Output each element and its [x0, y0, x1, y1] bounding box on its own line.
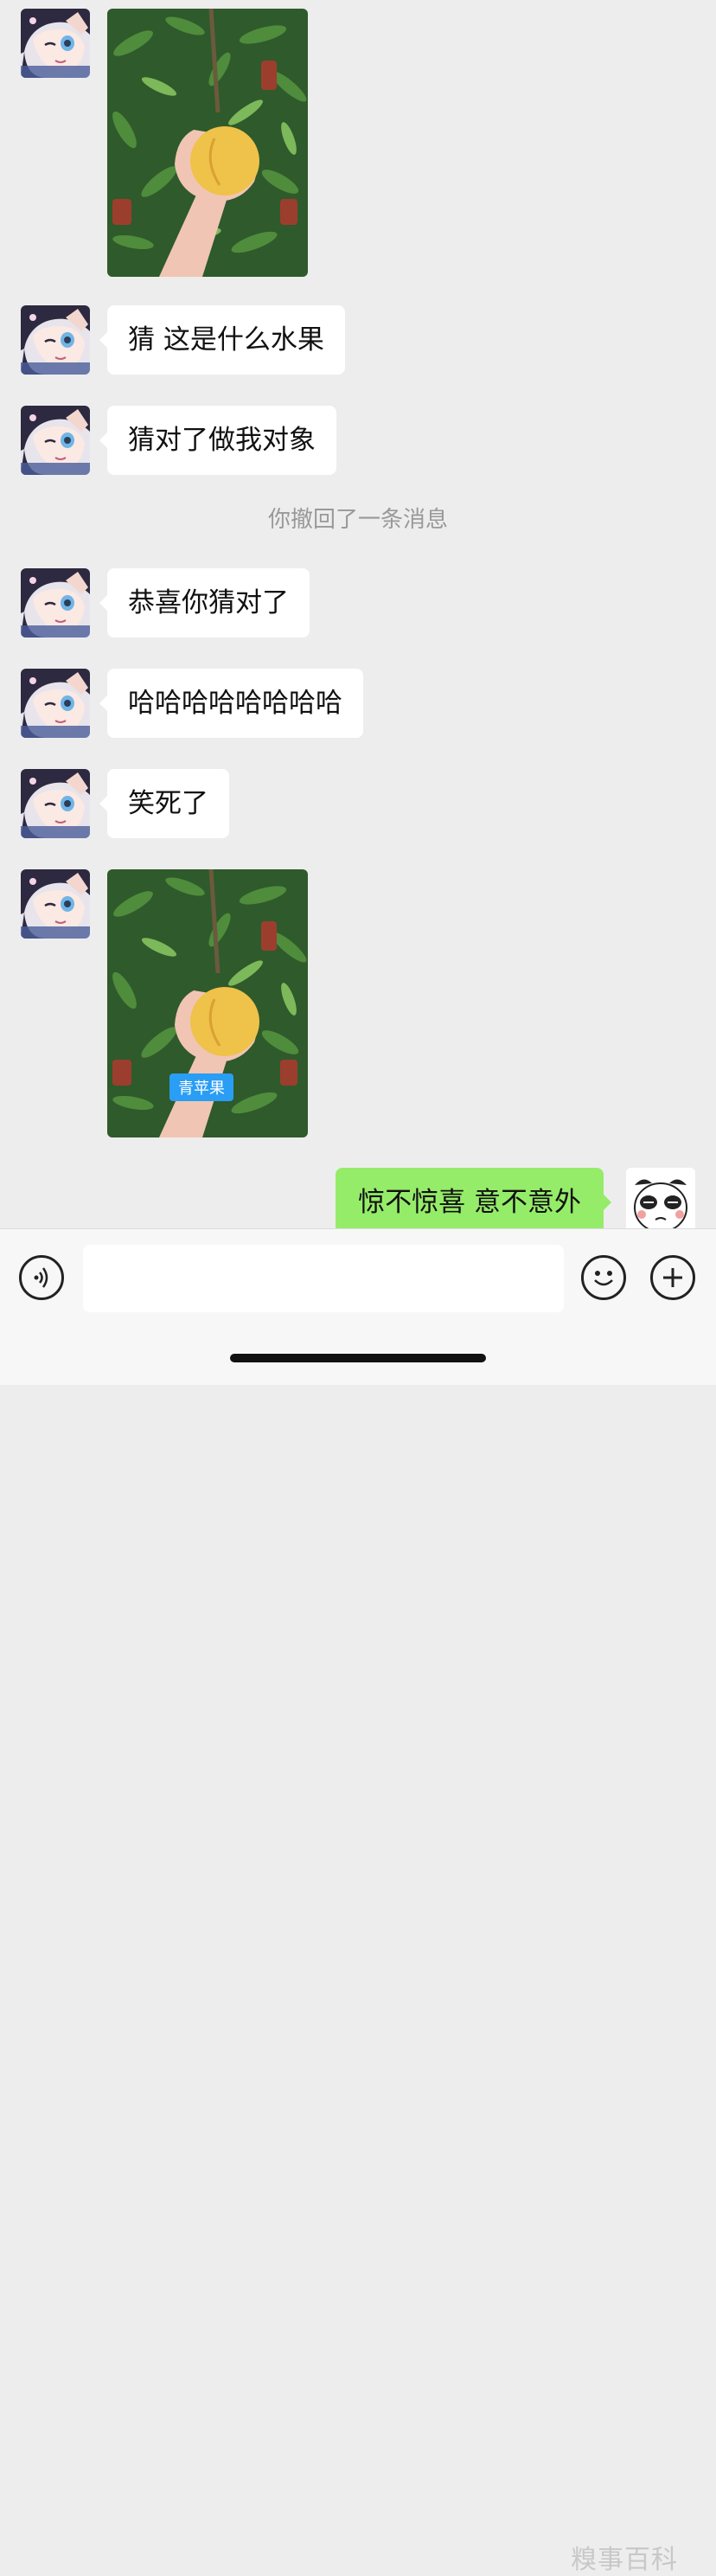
message-bubble[interactable]: 猜对了做我对象 [99, 406, 336, 475]
home-indicator[interactable] [230, 1354, 486, 1362]
avatar[interactable] [21, 9, 90, 78]
message-bubble[interactable]: 哈哈哈哈哈哈哈哈 [99, 669, 363, 738]
avatar[interactable] [21, 669, 90, 738]
image-message[interactable]: 青苹果 [107, 869, 308, 1137]
message-bubble[interactable]: 笑死了 [99, 769, 229, 838]
voice-icon [34, 1267, 48, 1288]
avatar[interactable] [21, 769, 90, 838]
voice-button[interactable] [19, 1255, 64, 1300]
emoji-button[interactable] [581, 1255, 626, 1300]
avatar[interactable] [21, 305, 90, 375]
message-bubble[interactable]: 猜 这是什么水果 [99, 305, 345, 375]
message-bubble[interactable]: 恭喜你猜对了 [99, 568, 310, 638]
watermark: 糗事百科 [571, 2545, 678, 2575]
avatar[interactable] [21, 568, 90, 638]
more-button[interactable] [650, 1255, 695, 1300]
panda-avatar-icon [626, 1168, 695, 1237]
avatar[interactable] [21, 406, 90, 475]
plus-icon [663, 1268, 682, 1287]
emoji-icon [594, 1271, 613, 1286]
system-message-recalled: 你撤回了一条消息 [267, 507, 448, 533]
outgoing-message-bubble[interactable]: 惊不惊喜 意不意外 [336, 1168, 611, 1237]
my-avatar[interactable] [626, 1168, 695, 1237]
message-input[interactable] [83, 1245, 564, 1312]
image-tag: 青苹果 [169, 1073, 233, 1101]
avatar[interactable] [21, 869, 90, 939]
image-message[interactable] [107, 9, 308, 277]
